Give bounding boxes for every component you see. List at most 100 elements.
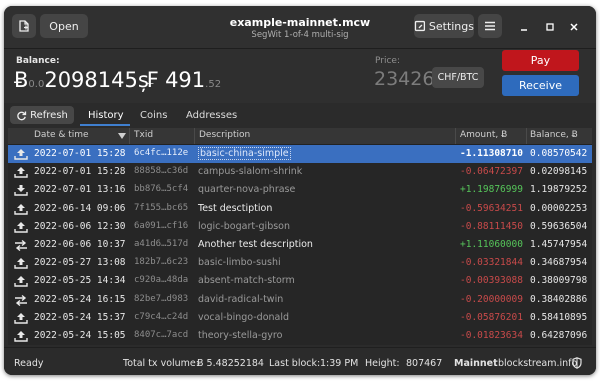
tx-id: 8407c…7acd [134,330,189,340]
tx-id: c79c4…c24d [134,311,189,322]
column-header-txid[interactable]: Txid [134,130,153,140]
outgoing-tx-icon [14,331,28,342]
column-header-description[interactable]: Description [199,130,250,140]
tx-date: 2022-05-24 15:05 [34,330,126,341]
tx-description[interactable]: vocal-bingo-donald [198,312,289,323]
tx-date: 2022-05-27 13:08 [34,257,126,269]
column-header-date[interactable]: Date & time [34,130,89,140]
btc-value: 2098145 [44,68,138,92]
close-button[interactable] [566,19,582,35]
tx-id: 182b7…6c23 [134,257,189,268]
table-row[interactable]: 2022-05-27 13:08 182b7…6c23 basic-limbo-su… [8,254,592,272]
incoming-tx-icon [14,185,28,197]
tx-amount: -0.88111450 [460,220,523,232]
tx-id: 6a091…cf16 [134,220,189,231]
tx-amount: +1.19876999 [460,184,523,196]
last-block-label: Last block: [269,358,321,369]
tx-description[interactable]: absent-match-storm [198,275,295,286]
tab-addresses[interactable]: Addresses [186,110,237,121]
tx-date: 2022-05-24 16:15 [34,293,126,305]
table-row[interactable]: 2022-05-25 14:34 c920a…48da absent-match-s… [8,272,592,290]
balance-fiat: ₣ 491.52 [145,68,221,92]
price-label: Price: [375,56,400,66]
tx-id: 7f155…bc65 [134,202,189,213]
tx-description[interactable]: david-radical-twin [198,294,283,305]
column-header-balance[interactable]: Balance, Ƀ [530,130,578,140]
tx-description[interactable]: logic-bogart-gibson [198,221,290,232]
maximize-icon [546,23,554,31]
tab-history[interactable]: History [88,110,124,121]
close-icon [570,23,578,31]
tx-amount: -0.59634251 [460,202,523,214]
tx-balance: 1.19879252 [530,184,588,196]
table-row[interactable]: 2022-06-06 12:30 6a091…cf16 logic-bogart-g… [8,218,592,236]
window-title: example-mainnet.mcw [229,16,371,29]
column-header-amount[interactable]: Amount, Ƀ [460,130,507,140]
tx-description[interactable]: quarter-nova-phrase [198,184,295,195]
refresh-label: Refresh [30,109,68,121]
explorer-link[interactable]: blockstream.info [498,358,577,369]
tx-date: 2022-05-24 15:37 [34,311,126,323]
tx-description[interactable]: theory-stella-gyro [198,330,282,341]
tx-amount: -0.06472397 [460,166,523,178]
table-row[interactable]: 2022-06-06 10:37 a41d6…517d Another test d… [8,236,592,254]
history-table[interactable]: 2022-07-01 15:28 6c4fc…112e basic-china-si… [8,145,592,345]
tx-balance: 0.38009798 [530,275,588,287]
sort-desc-icon [118,133,126,139]
column-divider [526,128,527,144]
menu-button[interactable] [478,14,502,38]
minimize-button[interactable] [516,19,532,35]
outgoing-tx-icon [14,276,28,288]
tx-volume-value: Ƀ 5.48252184 [197,358,264,369]
tx-description[interactable]: Test desctiption [198,203,272,214]
btc-symbol: Ƀ [14,68,29,92]
table-row[interactable]: 2022-07-01 15:28 88858…c36d campus-slalom-… [8,163,592,181]
tx-date: 2022-05-25 14:34 [34,275,126,287]
tx-description[interactable]: Another test description [198,239,313,250]
tx-description[interactable]: basic-limbo-sushi [198,257,281,268]
tx-amount: -0.03321844 [460,257,523,269]
tx-balance: 0.64287096 [530,330,588,341]
height-label: Height: [365,358,400,369]
tx-date: 2022-07-01 15:28 [34,148,126,159]
settings-button[interactable]: Settings [414,14,474,38]
table-row[interactable]: 2022-06-14 09:06 7f155…bc65 Test desctipti… [8,200,592,218]
outgoing-tx-icon [14,167,28,178]
table-row[interactable]: 2022-07-01 13:16 bb876…5cf4 quarter-nova-p… [8,181,592,199]
window-subtitle: SegWit 1-of-4 multi-sig [251,30,349,40]
tx-id: bb876…5cf4 [134,184,189,195]
app-window: Open example-mainnet.mcw SegWit 1-of-4 m… [4,6,596,375]
tx-amount: -0.01823634 [460,330,523,341]
refresh-button[interactable]: Refresh [10,106,74,124]
shield-icon [572,357,582,369]
tx-id: 82be7…d983 [134,293,189,304]
outgoing-tx-icon [14,258,28,269]
tx-amount: -1.11308710 [460,148,523,159]
balance-label: Balance: [16,56,60,66]
tx-description[interactable]: basic-china-simple [198,147,291,160]
status-bar: Ready Total tx volume: Ƀ 5.48252184 Last… [4,347,596,375]
tx-id: a41d6…517d [134,239,189,249]
outgoing-tx-icon [14,312,28,324]
pay-button[interactable]: Pay [502,50,579,71]
table-row[interactable]: 2022-05-24 15:05 8407c…7acd theory-stella-… [8,327,592,345]
outgoing-tx-icon [14,149,28,160]
active-tab-indicator [80,124,130,126]
column-divider [455,128,456,144]
receive-button[interactable]: Receive [502,75,579,96]
tx-description[interactable]: campus-slalom-shrink [198,166,302,177]
fiat-value: 491 [165,68,206,92]
tx-date: 2022-06-14 09:06 [34,202,126,214]
tx-date: 2022-06-06 10:37 [34,239,126,250]
tx-balance: 1.45747954 [530,239,588,250]
tab-coins[interactable]: Coins [140,110,167,121]
transfer-tx-icon [15,294,27,306]
maximize-button[interactable] [542,19,558,35]
tx-id: c920a…48da [134,275,189,286]
table-row[interactable]: 2022-07-01 15:28 6c4fc…112e basic-china-si… [8,145,592,163]
outgoing-tx-icon [14,221,28,233]
table-row[interactable]: 2022-05-24 15:37 c79c4…c24d vocal-bingo-do… [8,309,592,327]
table-header: Date & time Txid Description Amount, Ƀ B… [8,128,592,145]
table-row[interactable]: 2022-05-24 16:15 82be7…d983 david-radical-… [8,291,592,309]
currency-selector[interactable]: CHF/BTC [432,67,484,88]
